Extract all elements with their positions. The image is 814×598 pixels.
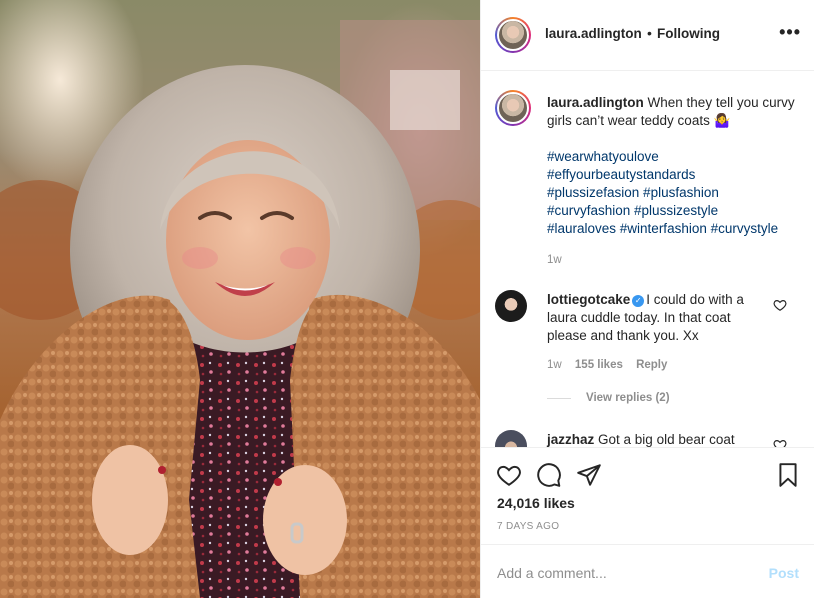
- photo-illustration: [0, 20, 480, 598]
- commenter-username[interactable]: jazzhaz: [547, 432, 594, 447]
- comments-list[interactable]: laura.adlington When they tell you curvy…: [481, 72, 814, 447]
- view-replies-label: View replies (2): [586, 392, 670, 404]
- hashtag-line[interactable]: #wearwhatyoulove: [547, 148, 807, 166]
- comment-line: laura cuddle today. In that coat: [547, 310, 731, 325]
- add-comment-bar: Add a comment... Post: [481, 544, 814, 598]
- reply-button[interactable]: Reply: [636, 359, 667, 371]
- commenter-username[interactable]: lottiegotcake: [547, 292, 630, 307]
- comment-like-heart-icon[interactable]: [773, 298, 787, 312]
- replies-divider: [547, 398, 571, 399]
- comment-bubble-icon[interactable]: [536, 462, 562, 488]
- shrug-emoji-icon: 🤷‍♀️: [713, 113, 731, 128]
- comment-meta: 1w 155 likes Reply: [547, 359, 667, 371]
- hashtag-line[interactable]: #plussizefasion #plusfashion: [547, 184, 807, 202]
- save-bookmark-icon[interactable]: [775, 462, 801, 488]
- comment-line: Got a big old bear coat: [598, 432, 735, 447]
- share-paper-plane-icon[interactable]: [576, 462, 602, 488]
- author-avatar[interactable]: [495, 17, 531, 53]
- comment-line: please and thank you. Xx: [547, 328, 699, 343]
- caption-username[interactable]: laura.adlington: [547, 95, 644, 110]
- caption: laura.adlington When they tell you curvy…: [547, 94, 797, 130]
- post-header: laura.adlington • Following •••: [481, 0, 814, 71]
- caption-author-avatar[interactable]: [495, 90, 531, 126]
- like-heart-icon[interactable]: [496, 462, 522, 488]
- comment-likes[interactable]: 155 likes: [575, 359, 623, 371]
- comment-line: I could do with a: [646, 292, 744, 307]
- verified-badge-icon: ✓: [632, 295, 645, 307]
- author-username[interactable]: laura.adlington: [545, 26, 642, 41]
- likes-count[interactable]: 24,016 likes: [497, 495, 575, 511]
- comment-text: lottiegotcake ✓ I could do with a laura cu…: [547, 291, 777, 345]
- commenter-avatar[interactable]: [495, 290, 527, 322]
- view-replies-button[interactable]: View replies (2): [586, 392, 670, 404]
- add-comment-input[interactable]: Add a comment...: [497, 565, 607, 581]
- commenter-avatar[interactable]: [495, 430, 527, 447]
- hashtag-line[interactable]: #lauraloves #winterfashion #curvystyle: [547, 220, 807, 238]
- separator-dot: •: [647, 25, 652, 41]
- post-side-panel: laura.adlington • Following ••• laura.ad…: [480, 0, 814, 598]
- hashtag-line[interactable]: #curvyfashion #plussizestyle: [547, 202, 807, 220]
- comment-text: jazzhaz Got a big old bear coat: [547, 431, 777, 447]
- hashtag-line[interactable]: #effyourbeautystandards: [547, 166, 807, 184]
- caption-age[interactable]: 1w: [547, 254, 562, 266]
- following-button[interactable]: Following: [657, 26, 720, 41]
- comment-age[interactable]: 1w: [547, 359, 562, 371]
- comment-like-heart-icon[interactable]: [773, 438, 787, 447]
- post-photo[interactable]: [0, 0, 480, 598]
- post-timestamp[interactable]: 7 DAYS AGO: [497, 521, 559, 532]
- post-comment-button[interactable]: Post: [769, 565, 799, 581]
- post-actions: 24,016 likes 7 DAYS AGO: [481, 447, 814, 544]
- caption-hashtags: #wearwhatyoulove #effyourbeautystandards…: [547, 148, 807, 238]
- more-options-icon[interactable]: •••: [779, 22, 801, 43]
